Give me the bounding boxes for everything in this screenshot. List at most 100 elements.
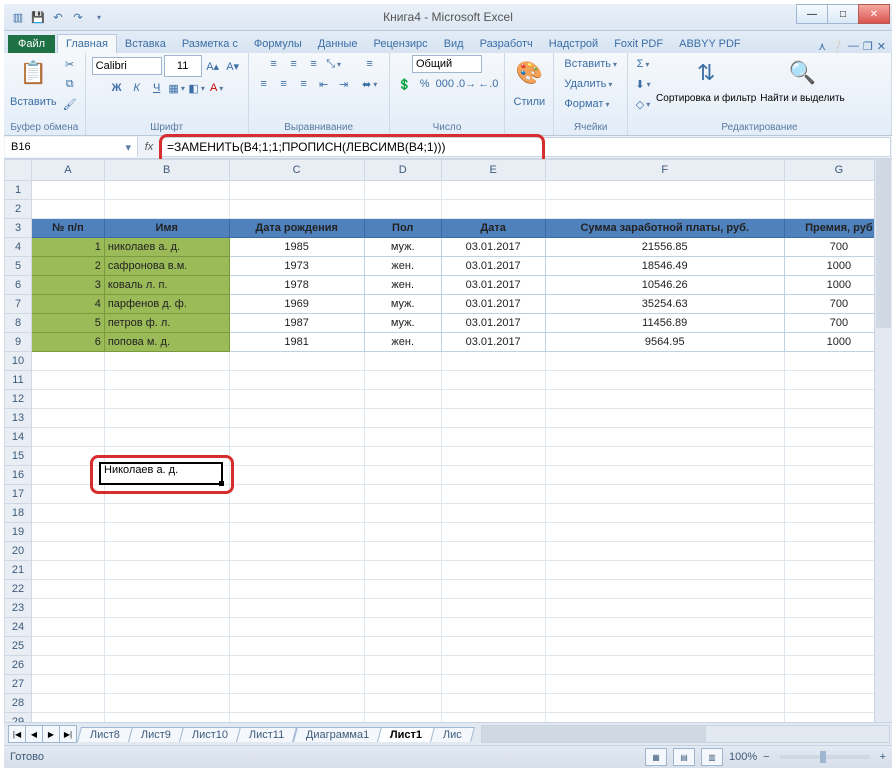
- cell-E4[interactable]: 03.01.2017: [441, 238, 545, 257]
- cell-B17[interactable]: [104, 485, 229, 504]
- cell-D15[interactable]: [364, 447, 441, 466]
- cell-B9[interactable]: попова м. д.: [104, 333, 229, 352]
- cell-F9[interactable]: 9564.95: [545, 333, 784, 352]
- cell-D27[interactable]: [364, 675, 441, 694]
- cell-B19[interactable]: [104, 523, 229, 542]
- fill-icon[interactable]: ⬇: [634, 75, 652, 93]
- cell-B4[interactable]: николаев а. д.: [104, 238, 229, 257]
- cell-F10[interactable]: [545, 352, 784, 371]
- cell-C1[interactable]: [229, 181, 364, 200]
- cell-C8[interactable]: 1987: [229, 314, 364, 333]
- cell-A5[interactable]: 2: [32, 257, 105, 276]
- cell-E29[interactable]: [441, 713, 545, 723]
- col-head-F[interactable]: F: [545, 160, 784, 181]
- row-head-3[interactable]: 3: [5, 219, 32, 238]
- sheet-tab-Лист1[interactable]: Лист1: [377, 727, 435, 742]
- view-pagebreak-icon[interactable]: ▥: [701, 748, 723, 766]
- cell-B27[interactable]: [104, 675, 229, 694]
- row-head-9[interactable]: 9: [5, 333, 32, 352]
- align-top-icon[interactable]: ≡: [265, 55, 283, 73]
- tab-addins[interactable]: Надстрой: [541, 35, 606, 53]
- cell-E24[interactable]: [441, 618, 545, 637]
- tab-nav-next[interactable]: ▶: [42, 725, 60, 743]
- grow-font-icon[interactable]: A▴: [204, 57, 222, 75]
- cell-C17[interactable]: [229, 485, 364, 504]
- row-head-21[interactable]: 21: [5, 561, 32, 580]
- tab-review[interactable]: Рецензирс: [366, 35, 436, 53]
- cell-C28[interactable]: [229, 694, 364, 713]
- cell-E26[interactable]: [441, 656, 545, 675]
- cell-E11[interactable]: [441, 371, 545, 390]
- cell-F25[interactable]: [545, 637, 784, 656]
- cell-E1[interactable]: [441, 181, 545, 200]
- cell-F12[interactable]: [545, 390, 784, 409]
- cell-F6[interactable]: 10546.26: [545, 276, 784, 295]
- cell-E14[interactable]: [441, 428, 545, 447]
- cell-B14[interactable]: [104, 428, 229, 447]
- cell-A24[interactable]: [32, 618, 105, 637]
- cell-C22[interactable]: [229, 580, 364, 599]
- tab-home[interactable]: Главная: [57, 34, 117, 53]
- cell-A18[interactable]: [32, 504, 105, 523]
- cell-C18[interactable]: [229, 504, 364, 523]
- cell-F11[interactable]: [545, 371, 784, 390]
- cell-C25[interactable]: [229, 637, 364, 656]
- cell-B22[interactable]: [104, 580, 229, 599]
- cell-D22[interactable]: [364, 580, 441, 599]
- cell-D4[interactable]: муж.: [364, 238, 441, 257]
- row-head-6[interactable]: 6: [5, 276, 32, 295]
- cell-D14[interactable]: [364, 428, 441, 447]
- cell-D24[interactable]: [364, 618, 441, 637]
- row-head-2[interactable]: 2: [5, 200, 32, 219]
- cell-A15[interactable]: [32, 447, 105, 466]
- worksheet-grid[interactable]: ABCDEFG123№ п/пИмяДата рожденияПолДатаСу…: [4, 159, 892, 722]
- cell-E19[interactable]: [441, 523, 545, 542]
- cell-B10[interactable]: [104, 352, 229, 371]
- help-icon[interactable]: ❔: [830, 40, 844, 53]
- cell-E6[interactable]: 03.01.2017: [441, 276, 545, 295]
- cell-A12[interactable]: [32, 390, 105, 409]
- shrink-font-icon[interactable]: A▾: [224, 57, 242, 75]
- row-head-23[interactable]: 23: [5, 599, 32, 618]
- cell-D1[interactable]: [364, 181, 441, 200]
- find-select-button[interactable]: 🔍: [785, 55, 821, 91]
- tab-pagelayout[interactable]: Разметка с: [174, 35, 246, 53]
- cell-E18[interactable]: [441, 504, 545, 523]
- cell-A11[interactable]: [32, 371, 105, 390]
- cell-F21[interactable]: [545, 561, 784, 580]
- tab-abbyy[interactable]: ABBYY PDF: [671, 35, 749, 53]
- cell-B18[interactable]: [104, 504, 229, 523]
- cell-F18[interactable]: [545, 504, 784, 523]
- cell-F1[interactable]: [545, 181, 784, 200]
- tab-foxit[interactable]: Foxit PDF: [606, 35, 671, 53]
- cell-F27[interactable]: [545, 675, 784, 694]
- cell-A20[interactable]: [32, 542, 105, 561]
- orientation-icon[interactable]: ⤡: [325, 55, 343, 73]
- cell-E8[interactable]: 03.01.2017: [441, 314, 545, 333]
- cell-F20[interactable]: [545, 542, 784, 561]
- cell-D12[interactable]: [364, 390, 441, 409]
- cell-F16[interactable]: [545, 466, 784, 485]
- cell-A21[interactable]: [32, 561, 105, 580]
- cell-B8[interactable]: петров ф. л.: [104, 314, 229, 333]
- row-head-26[interactable]: 26: [5, 656, 32, 675]
- row-head-28[interactable]: 28: [5, 694, 32, 713]
- view-pagelayout-icon[interactable]: ▤: [673, 748, 695, 766]
- cell-B13[interactable]: [104, 409, 229, 428]
- cell-C10[interactable]: [229, 352, 364, 371]
- cell-E21[interactable]: [441, 561, 545, 580]
- font-size-select[interactable]: [164, 55, 202, 77]
- cell-E25[interactable]: [441, 637, 545, 656]
- cell-D5[interactable]: жен.: [364, 257, 441, 276]
- cell-D26[interactable]: [364, 656, 441, 675]
- cell-E13[interactable]: [441, 409, 545, 428]
- row-head-17[interactable]: 17: [5, 485, 32, 504]
- cell-C11[interactable]: [229, 371, 364, 390]
- copy-icon[interactable]: ⧉: [61, 75, 79, 93]
- cell-C27[interactable]: [229, 675, 364, 694]
- cell-A23[interactable]: [32, 599, 105, 618]
- cell-A28[interactable]: [32, 694, 105, 713]
- font-color-button[interactable]: A: [208, 79, 226, 97]
- clear-icon[interactable]: ◇: [634, 95, 652, 113]
- cell-E10[interactable]: [441, 352, 545, 371]
